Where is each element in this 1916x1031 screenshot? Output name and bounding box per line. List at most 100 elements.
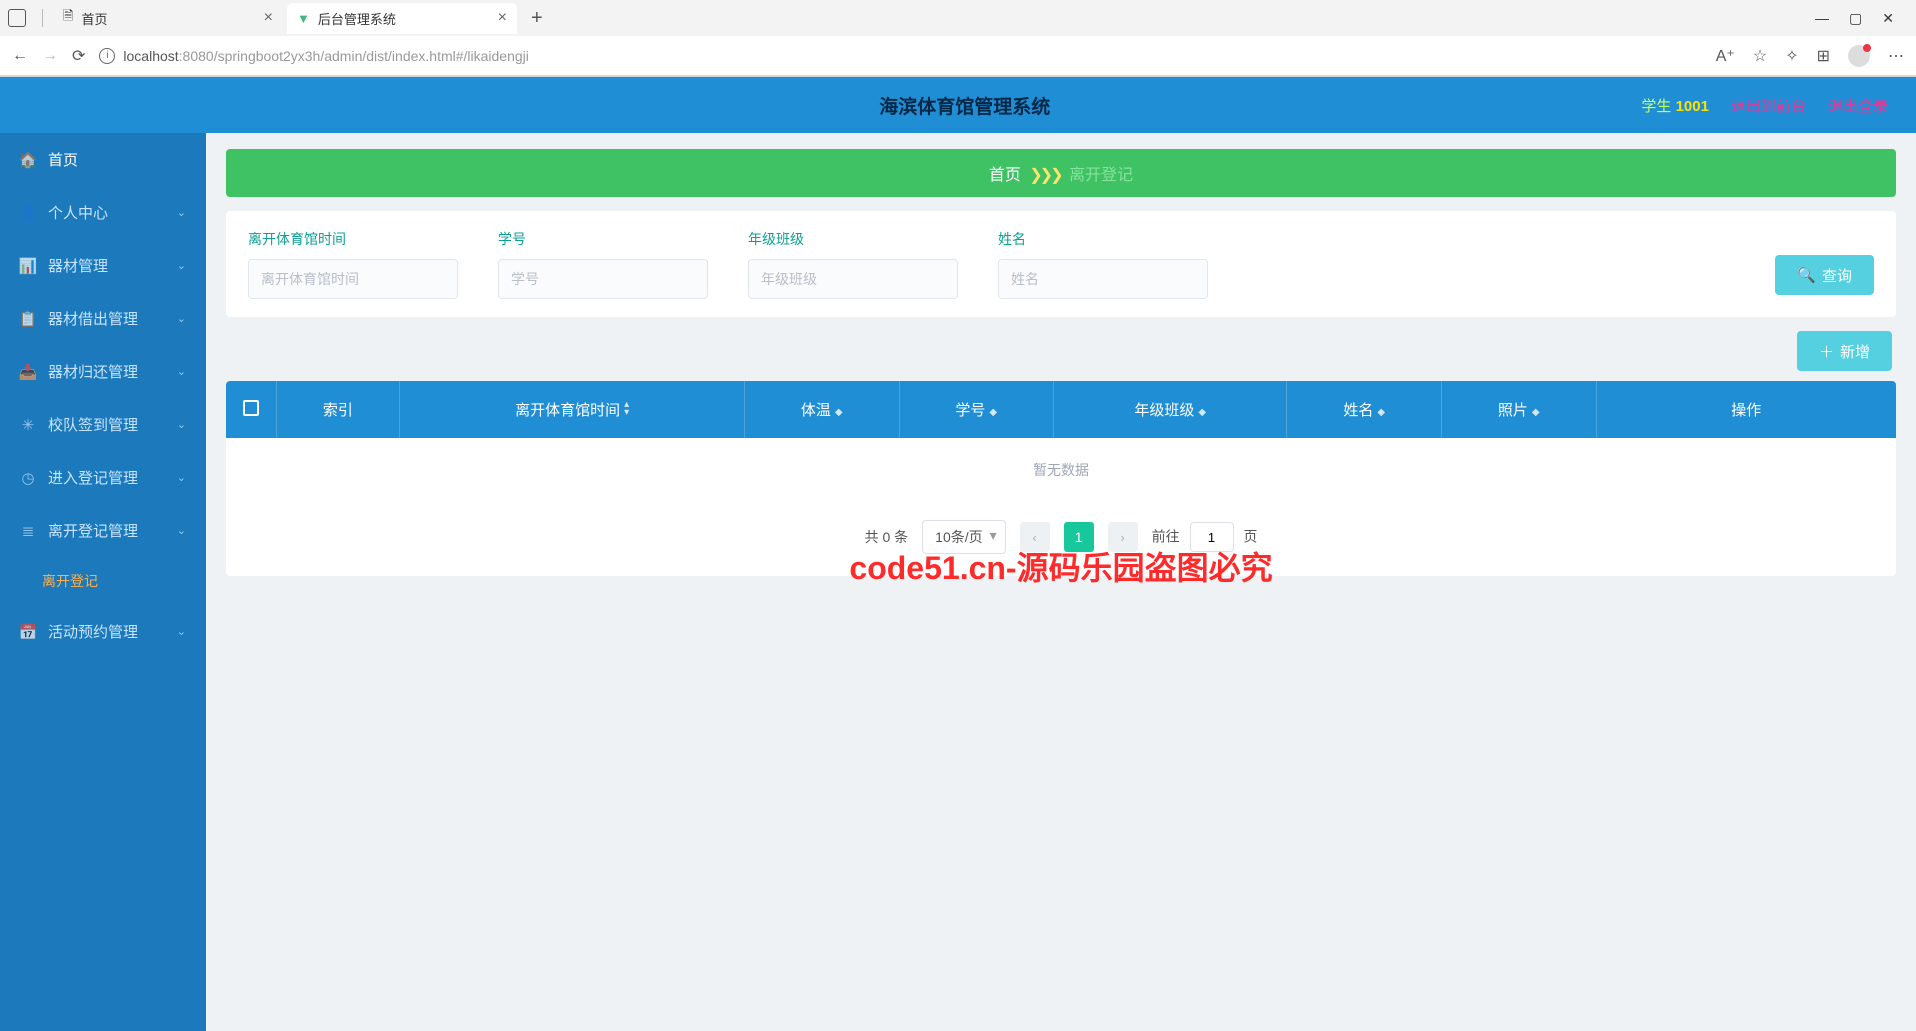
url-path: :8080/springboot2yx3h/admin/dist/index.h…: [179, 48, 529, 64]
col-leave-time: 离开体育馆时间▴▾: [400, 381, 745, 438]
calendar-icon: 📅: [20, 623, 36, 641]
class-input[interactable]: [748, 259, 958, 299]
home-icon: 🏠: [20, 151, 36, 169]
page-title: 海滨体育馆管理系统: [288, 92, 1641, 119]
sort-icon[interactable]: ▴▾: [624, 401, 629, 417]
goto-input[interactable]: [1190, 522, 1234, 552]
sidebar-item-label: 器材归还管理: [48, 361, 138, 382]
col-checkbox[interactable]: [226, 381, 276, 438]
sidebar-subitem-leave-register[interactable]: 离开登记: [0, 557, 206, 605]
minimize-button[interactable]: —: [1815, 10, 1829, 27]
sidebar-item-profile[interactable]: 👤 个人中心 ⌄: [0, 186, 206, 239]
window-controls: — ▢ ✕: [1815, 10, 1908, 27]
tab-title: 首页: [81, 9, 107, 28]
col-temp: 体温◆: [745, 381, 900, 438]
student-id-input[interactable]: [498, 259, 708, 299]
close-icon[interactable]: ×: [498, 9, 507, 27]
tab-overview-icon[interactable]: [8, 9, 26, 27]
chevron-down-icon: ⌄: [177, 206, 186, 219]
checkbox-icon[interactable]: [243, 400, 259, 416]
new-tab-button[interactable]: +: [521, 7, 553, 30]
favorites-bar-icon[interactable]: ✧: [1785, 46, 1798, 66]
col-actions: 操作: [1596, 381, 1896, 438]
chart-icon: 📊: [20, 257, 36, 275]
field-leave-time: 离开体育馆时间: [248, 229, 458, 299]
favorite-icon[interactable]: ☆: [1753, 46, 1767, 66]
page-number[interactable]: 1: [1064, 522, 1094, 552]
back-button[interactable]: ←: [12, 47, 28, 65]
url-input[interactable]: i localhost:8080/springboot2yx3h/admin/d…: [99, 48, 1701, 64]
sidebar-item-activity[interactable]: 📅 活动预约管理 ⌄: [0, 605, 206, 658]
sidebar-item-checkin[interactable]: ✳ 校队签到管理 ⌄: [0, 398, 206, 451]
chevron-down-icon: ⌄: [177, 524, 186, 537]
leave-time-input[interactable]: [248, 259, 458, 299]
goto-page: 前往 页: [1152, 522, 1258, 552]
data-table: 索引 离开体育馆时间▴▾ 体温◆ 学号◆ 年级班级◆ 姓名◆ 照片◆ 操作 暂无…: [226, 381, 1896, 576]
browser-tab-2[interactable]: ▼ 后台管理系统 ×: [287, 3, 517, 34]
inbox-icon: 📥: [20, 363, 36, 381]
site-info-icon[interactable]: i: [99, 48, 115, 64]
sidebar-item-equipment[interactable]: 📊 器材管理 ⌄: [0, 239, 206, 292]
sidebar-item-leave[interactable]: ≣ 离开登记管理 ⌄: [0, 504, 206, 557]
more-icon[interactable]: ⋯: [1888, 46, 1904, 66]
sidebar-item-label: 首页: [48, 149, 78, 170]
sidebar-item-label: 个人中心: [48, 202, 108, 223]
chevron-down-icon: ⌄: [177, 365, 186, 378]
forward-button: →: [42, 47, 58, 65]
sidebar-item-label: 校队签到管理: [48, 414, 138, 435]
collections-icon[interactable]: ⊞: [1817, 46, 1830, 66]
toolbar-icons: A⁺ ☆ ✧ ⊞ ⋯: [1716, 45, 1904, 67]
close-window-button[interactable]: ✕: [1882, 10, 1894, 27]
col-index: 索引: [276, 381, 400, 438]
field-label: 离开体育馆时间: [248, 229, 458, 249]
search-icon: 🔍: [1797, 266, 1816, 284]
action-toolbar: ＋ 新增: [226, 331, 1896, 371]
main-content: 首页 ❯❯❯ 离开登记 离开体育馆时间 学号 年级班级 姓名: [206, 133, 1916, 1031]
clock-icon: ◷: [20, 469, 36, 487]
prev-page-button[interactable]: ‹: [1020, 522, 1050, 552]
sidebar: 🏠 首页 👤 个人中心 ⌄ 📊 器材管理 ⌄ 📋 器材借出管理 ⌄ 📥 器材归还…: [0, 133, 206, 1031]
breadcrumb-home[interactable]: 首页: [989, 167, 1021, 184]
add-button[interactable]: ＋ 新增: [1797, 331, 1892, 371]
browser-tab-1[interactable]: 🗎 首页 ×: [53, 1, 283, 35]
goto-front-link[interactable]: 退出到前台: [1731, 95, 1806, 116]
name-input[interactable]: [998, 259, 1208, 299]
sidebar-item-label: 进入登记管理: [48, 467, 138, 488]
app-header: 海滨体育馆管理系统 学生 1001 退出到前台 退出登录: [0, 77, 1916, 133]
breadcrumb: 首页 ❯❯❯ 离开登记: [226, 149, 1896, 197]
sidebar-item-return[interactable]: 📥 器材归还管理 ⌄: [0, 345, 206, 398]
sort-icon[interactable]: ◆: [1377, 409, 1385, 417]
next-page-button[interactable]: ›: [1108, 522, 1138, 552]
field-student-id: 学号: [498, 229, 708, 299]
browser-chrome: 🗎 首页 × ▼ 后台管理系统 × + — ▢ ✕ ← → ⟳ i localh…: [0, 0, 1916, 77]
pagination: 共 0 条 10条/页 ‹ 1 › 前往 页: [226, 502, 1896, 576]
tab-divider: [42, 9, 43, 27]
col-student-id: 学号◆: [899, 381, 1054, 438]
refresh-button[interactable]: ⟳: [72, 46, 85, 66]
user-icon: 👤: [20, 204, 36, 222]
sort-icon[interactable]: ◆: [989, 409, 997, 417]
chevron-down-icon: ⌄: [177, 418, 186, 431]
empty-state: 暂无数据: [226, 438, 1896, 502]
logout-link[interactable]: 退出登录: [1828, 95, 1888, 116]
profile-avatar[interactable]: [1848, 45, 1870, 67]
user-role: 学生: [1641, 98, 1671, 115]
read-aloud-icon[interactable]: A⁺: [1716, 46, 1735, 66]
sidebar-item-borrow[interactable]: 📋 器材借出管理 ⌄: [0, 292, 206, 345]
user-id: 1001: [1676, 98, 1709, 115]
sidebar-item-label: 器材借出管理: [48, 308, 138, 329]
search-button[interactable]: 🔍 查询: [1775, 255, 1874, 295]
sidebar-item-label: 器材管理: [48, 255, 108, 276]
sort-icon[interactable]: ◆: [835, 409, 843, 417]
sidebar-item-enter[interactable]: ◷ 进入登记管理 ⌄: [0, 451, 206, 504]
breadcrumb-separator-icon: ❯❯❯: [1029, 167, 1060, 184]
list-icon: 📋: [20, 310, 36, 328]
sidebar-item-home[interactable]: 🏠 首页: [0, 133, 206, 186]
goto-suffix: 页: [1243, 529, 1257, 545]
page-size-select[interactable]: 10条/页: [922, 520, 1005, 554]
close-icon[interactable]: ×: [264, 9, 273, 27]
maximize-button[interactable]: ▢: [1849, 10, 1862, 27]
sort-icon[interactable]: ◆: [1532, 409, 1540, 417]
goto-label: 前往: [1152, 529, 1180, 545]
sort-icon[interactable]: ◆: [1198, 409, 1206, 417]
